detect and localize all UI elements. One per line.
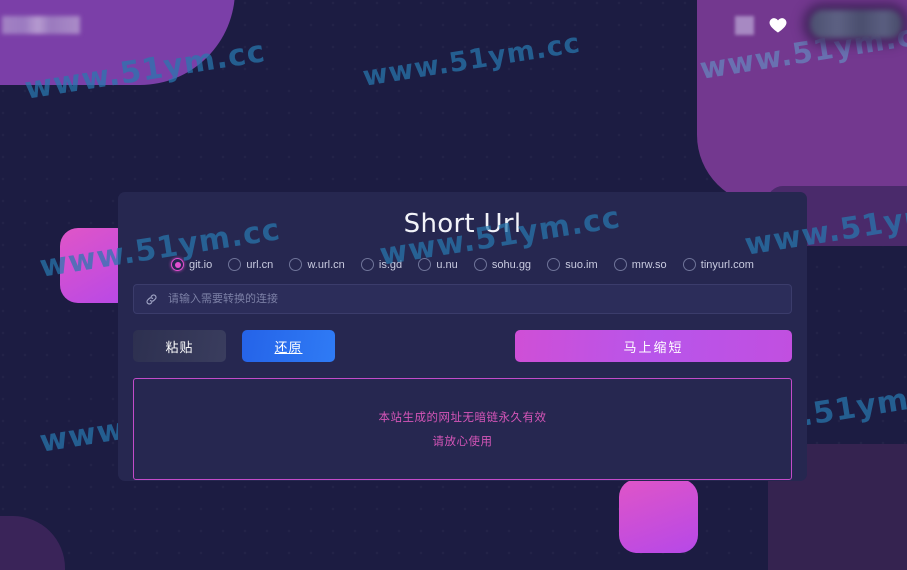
- radio-icon[interactable]: [228, 258, 242, 271]
- app-root: www.51ym.cc www.51ym.cc www.51ym.cc www.51y…: [0, 0, 907, 570]
- radio-icon[interactable]: [289, 258, 303, 271]
- provider-option-url-cn[interactable]: url.cn: [228, 258, 273, 271]
- top-bar: [0, 0, 907, 48]
- provider-label: tinyurl.com: [700, 258, 754, 271]
- heart-icon[interactable]: [768, 15, 788, 35]
- provider-option-w-url-cn[interactable]: w.url.cn: [289, 258, 345, 271]
- provider-option-suo-im[interactable]: suo.im: [547, 258, 598, 271]
- radio-icon[interactable]: [682, 258, 696, 271]
- nav-square-icon[interactable]: [735, 16, 754, 35]
- decor-square-bottom: [619, 479, 698, 553]
- decor-blob-bottom-left: [0, 516, 65, 570]
- result-line-1: 本站生成的网址无暗链永久有效: [378, 412, 547, 424]
- provider-label: url.cn: [246, 258, 274, 271]
- radio-icon[interactable]: [473, 258, 487, 271]
- paste-button[interactable]: 粘贴: [133, 330, 226, 362]
- account-button[interactable]: [810, 10, 902, 38]
- provider-label: mrw.so: [631, 258, 667, 271]
- result-line-2: 请放心使用: [432, 436, 493, 448]
- radio-icon[interactable]: [613, 258, 627, 271]
- url-input[interactable]: [168, 293, 780, 305]
- result-panel: 本站生成的网址无暗链永久有效 请放心使用: [133, 378, 792, 480]
- action-button-row: 粘贴 还原 马上缩短: [118, 314, 807, 362]
- radio-icon[interactable]: [360, 258, 374, 271]
- radio-icon[interactable]: [547, 258, 561, 271]
- link-icon: [146, 294, 157, 304]
- provider-option-mrw-so[interactable]: mrw.so: [613, 258, 667, 271]
- brand-logo[interactable]: [2, 16, 80, 34]
- provider-option-sohu-gg[interactable]: sohu.gg: [473, 258, 532, 271]
- url-input-field[interactable]: [133, 284, 792, 314]
- provider-label: w.url.cn: [307, 258, 345, 271]
- provider-option-tinyurl-com[interactable]: tinyurl.com: [682, 258, 754, 271]
- shorten-button[interactable]: 马上缩短: [515, 330, 792, 362]
- url-input-row: [118, 271, 807, 314]
- restore-button[interactable]: 还原: [242, 330, 335, 362]
- provider-label: suo.im: [565, 258, 598, 271]
- provider-label: sohu.gg: [491, 258, 532, 271]
